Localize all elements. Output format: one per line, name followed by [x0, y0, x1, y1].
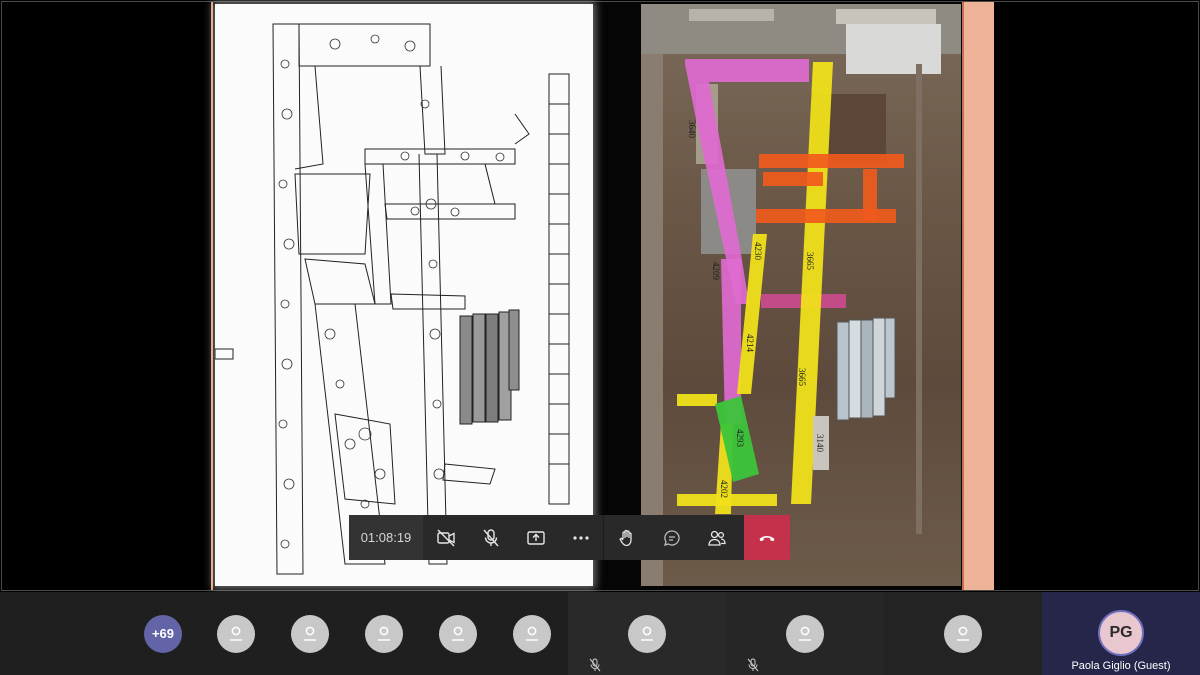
- participant-avatar[interactable]: [217, 615, 255, 653]
- participant-tile[interactable]: [726, 592, 884, 675]
- mic-toggle-button[interactable]: [468, 515, 513, 560]
- person-icon: [641, 626, 653, 641]
- person-icon: [378, 626, 390, 641]
- person-icon: [957, 626, 969, 641]
- participant-tile[interactable]: [884, 592, 1042, 675]
- person-icon: [452, 626, 464, 641]
- participant-avatar: [786, 615, 824, 653]
- share-screen-button[interactable]: [513, 515, 558, 560]
- mic-off-icon: [482, 528, 499, 546]
- chat-icon: [663, 529, 680, 546]
- participant-name: Paola Giglio (Guest): [1071, 660, 1171, 672]
- call-control-bar: 01:08:19: [349, 515, 790, 560]
- slide-edge-left: [211, 2, 213, 590]
- more-icon: [572, 535, 589, 540]
- more-actions-button[interactable]: [558, 515, 603, 560]
- slide-edge-right: [962, 2, 994, 590]
- participants-icon: [707, 530, 726, 546]
- participant-tile[interactable]: [568, 592, 726, 675]
- raise-hand-icon: [619, 529, 632, 546]
- participant-avatar[interactable]: [365, 615, 403, 653]
- chat-button[interactable]: [649, 515, 694, 560]
- site-orthophoto: 3276 3640 4230 3665 3665 4214 4209 4293 …: [641, 4, 961, 586]
- unit-label: 4209: [711, 262, 721, 281]
- site-plan-drawing: [215, 4, 593, 586]
- participants-button[interactable]: [694, 515, 739, 560]
- person-icon: [526, 626, 538, 641]
- participant-avatar[interactable]: [291, 615, 329, 653]
- person-icon: [230, 626, 242, 641]
- mic-off-icon: [747, 658, 759, 672]
- unit-label: 4202: [719, 480, 729, 498]
- more-participants-button[interactable]: +69: [144, 615, 182, 653]
- person-icon: [304, 626, 316, 641]
- participant-avatar[interactable]: [439, 615, 477, 653]
- camera-off-icon: [436, 529, 455, 546]
- unit-label: 4230: [753, 242, 763, 261]
- mic-off-icon: [589, 658, 601, 672]
- participant-avatar[interactable]: [513, 615, 551, 653]
- participant-initials-avatar: PG: [1098, 610, 1144, 656]
- featured-participant-tile[interactable]: PG Paola Giglio (Guest): [1042, 592, 1200, 675]
- hang-up-button[interactable]: [744, 515, 790, 560]
- participant-avatar: [628, 615, 666, 653]
- participant-avatar: [944, 615, 982, 653]
- unit-label: 3140: [815, 434, 825, 453]
- hang-up-icon: [759, 535, 775, 541]
- site-plan-svg: [215, 23, 570, 575]
- orthophoto-svg: 3276 3640 4230 3665 3665 4214 4209 4293 …: [641, 4, 961, 586]
- raise-hand-button[interactable]: [604, 515, 649, 560]
- unit-label: 4293: [735, 429, 745, 448]
- unit-label: 3665: [805, 252, 815, 271]
- unit-label: 3640: [687, 120, 697, 139]
- unit-label: 4214: [745, 334, 755, 353]
- share-screen-icon: [526, 530, 545, 545]
- camera-toggle-button[interactable]: [423, 515, 468, 560]
- unit-label: 3665: [797, 368, 807, 387]
- person-icon: [799, 626, 811, 641]
- call-timer: 01:08:19: [349, 515, 423, 560]
- shared-screen: 3276 3640 4230 3665 3665 4214 4209 4293 …: [0, 0, 1200, 592]
